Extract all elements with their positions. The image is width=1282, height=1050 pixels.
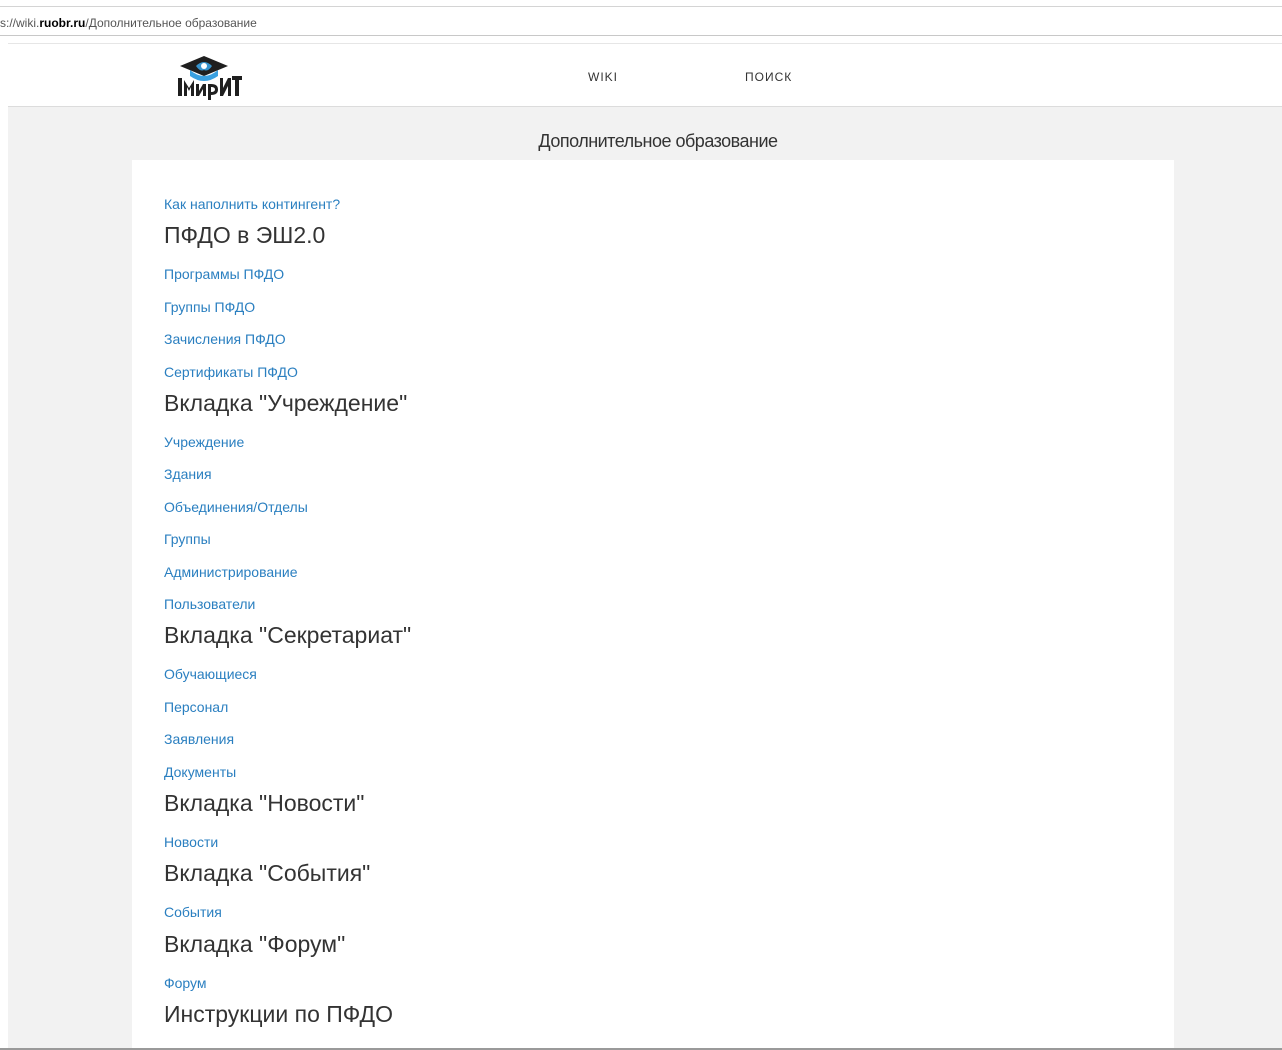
page-title: Дополнительное образование: [538, 131, 778, 151]
toc-link[interactable]: Группы ПФДО: [164, 299, 255, 316]
toc-link[interactable]: Учреждение: [164, 434, 244, 451]
toc-link[interactable]: Персонал: [164, 699, 228, 716]
section-heading: Вкладка "Учреждение": [164, 390, 408, 416]
toc-link[interactable]: Как наполнить контингент?: [164, 196, 340, 213]
toc-link[interactable]: Документы: [164, 764, 236, 781]
browser-address-bar[interactable]: s://wiki.ruobr.ru/Дополнительное образов…: [0, 0, 1282, 36]
nav-link-search[interactable]: ПОИСК: [745, 70, 792, 84]
section-heading: Инструкции по ПФДО: [164, 1001, 393, 1028]
toc-link[interactable]: Зачисления ПФДО: [164, 331, 286, 348]
toc-link[interactable]: Объединения/Отделы: [164, 499, 308, 516]
url-text[interactable]: s://wiki.ruobr.ru/Дополнительное образов…: [0, 16, 257, 30]
address-bar-border: [0, 6, 1282, 7]
url-prefix: s://wiki.: [0, 16, 40, 30]
toc-link[interactable]: Группы: [164, 531, 211, 548]
toc-link[interactable]: Программы ПФДО: [164, 266, 284, 283]
section-heading: Вкладка "Секретариат": [164, 622, 412, 649]
toc-link[interactable]: Пользователи: [164, 596, 255, 613]
logo-icon: [178, 56, 242, 100]
toc-link[interactable]: Форум: [164, 975, 207, 992]
url-path: /Дополнительное образование: [85, 16, 257, 30]
section-heading: Вкладка "События": [164, 860, 371, 887]
toc-link[interactable]: Администрирование: [164, 564, 298, 581]
site-logo[interactable]: [166, 52, 250, 100]
section-heading: ПФДО в ЭШ2.0: [164, 222, 326, 249]
toc-link[interactable]: Обучающиеся: [164, 666, 257, 683]
nav-link-wiki[interactable]: WIKI: [588, 70, 618, 84]
section-heading: Вкладка "Новости": [164, 790, 365, 816]
toc-link[interactable]: Новости: [164, 834, 218, 851]
content-panel: Как наполнить контингент? ПФДО в ЭШ2.0 Про…: [132, 160, 1174, 1050]
toc-link[interactable]: Заявления: [164, 731, 234, 748]
toc-link[interactable]: Сертификаты ПФДО: [164, 364, 298, 381]
url-domain: ruobr.ru: [39, 16, 86, 30]
site-navbar: WIKI ПОИСК: [8, 43, 1282, 107]
toc-link[interactable]: Здания: [164, 466, 212, 483]
toc-link[interactable]: События: [164, 904, 222, 921]
section-heading: Вкладка "Форум": [164, 930, 346, 957]
